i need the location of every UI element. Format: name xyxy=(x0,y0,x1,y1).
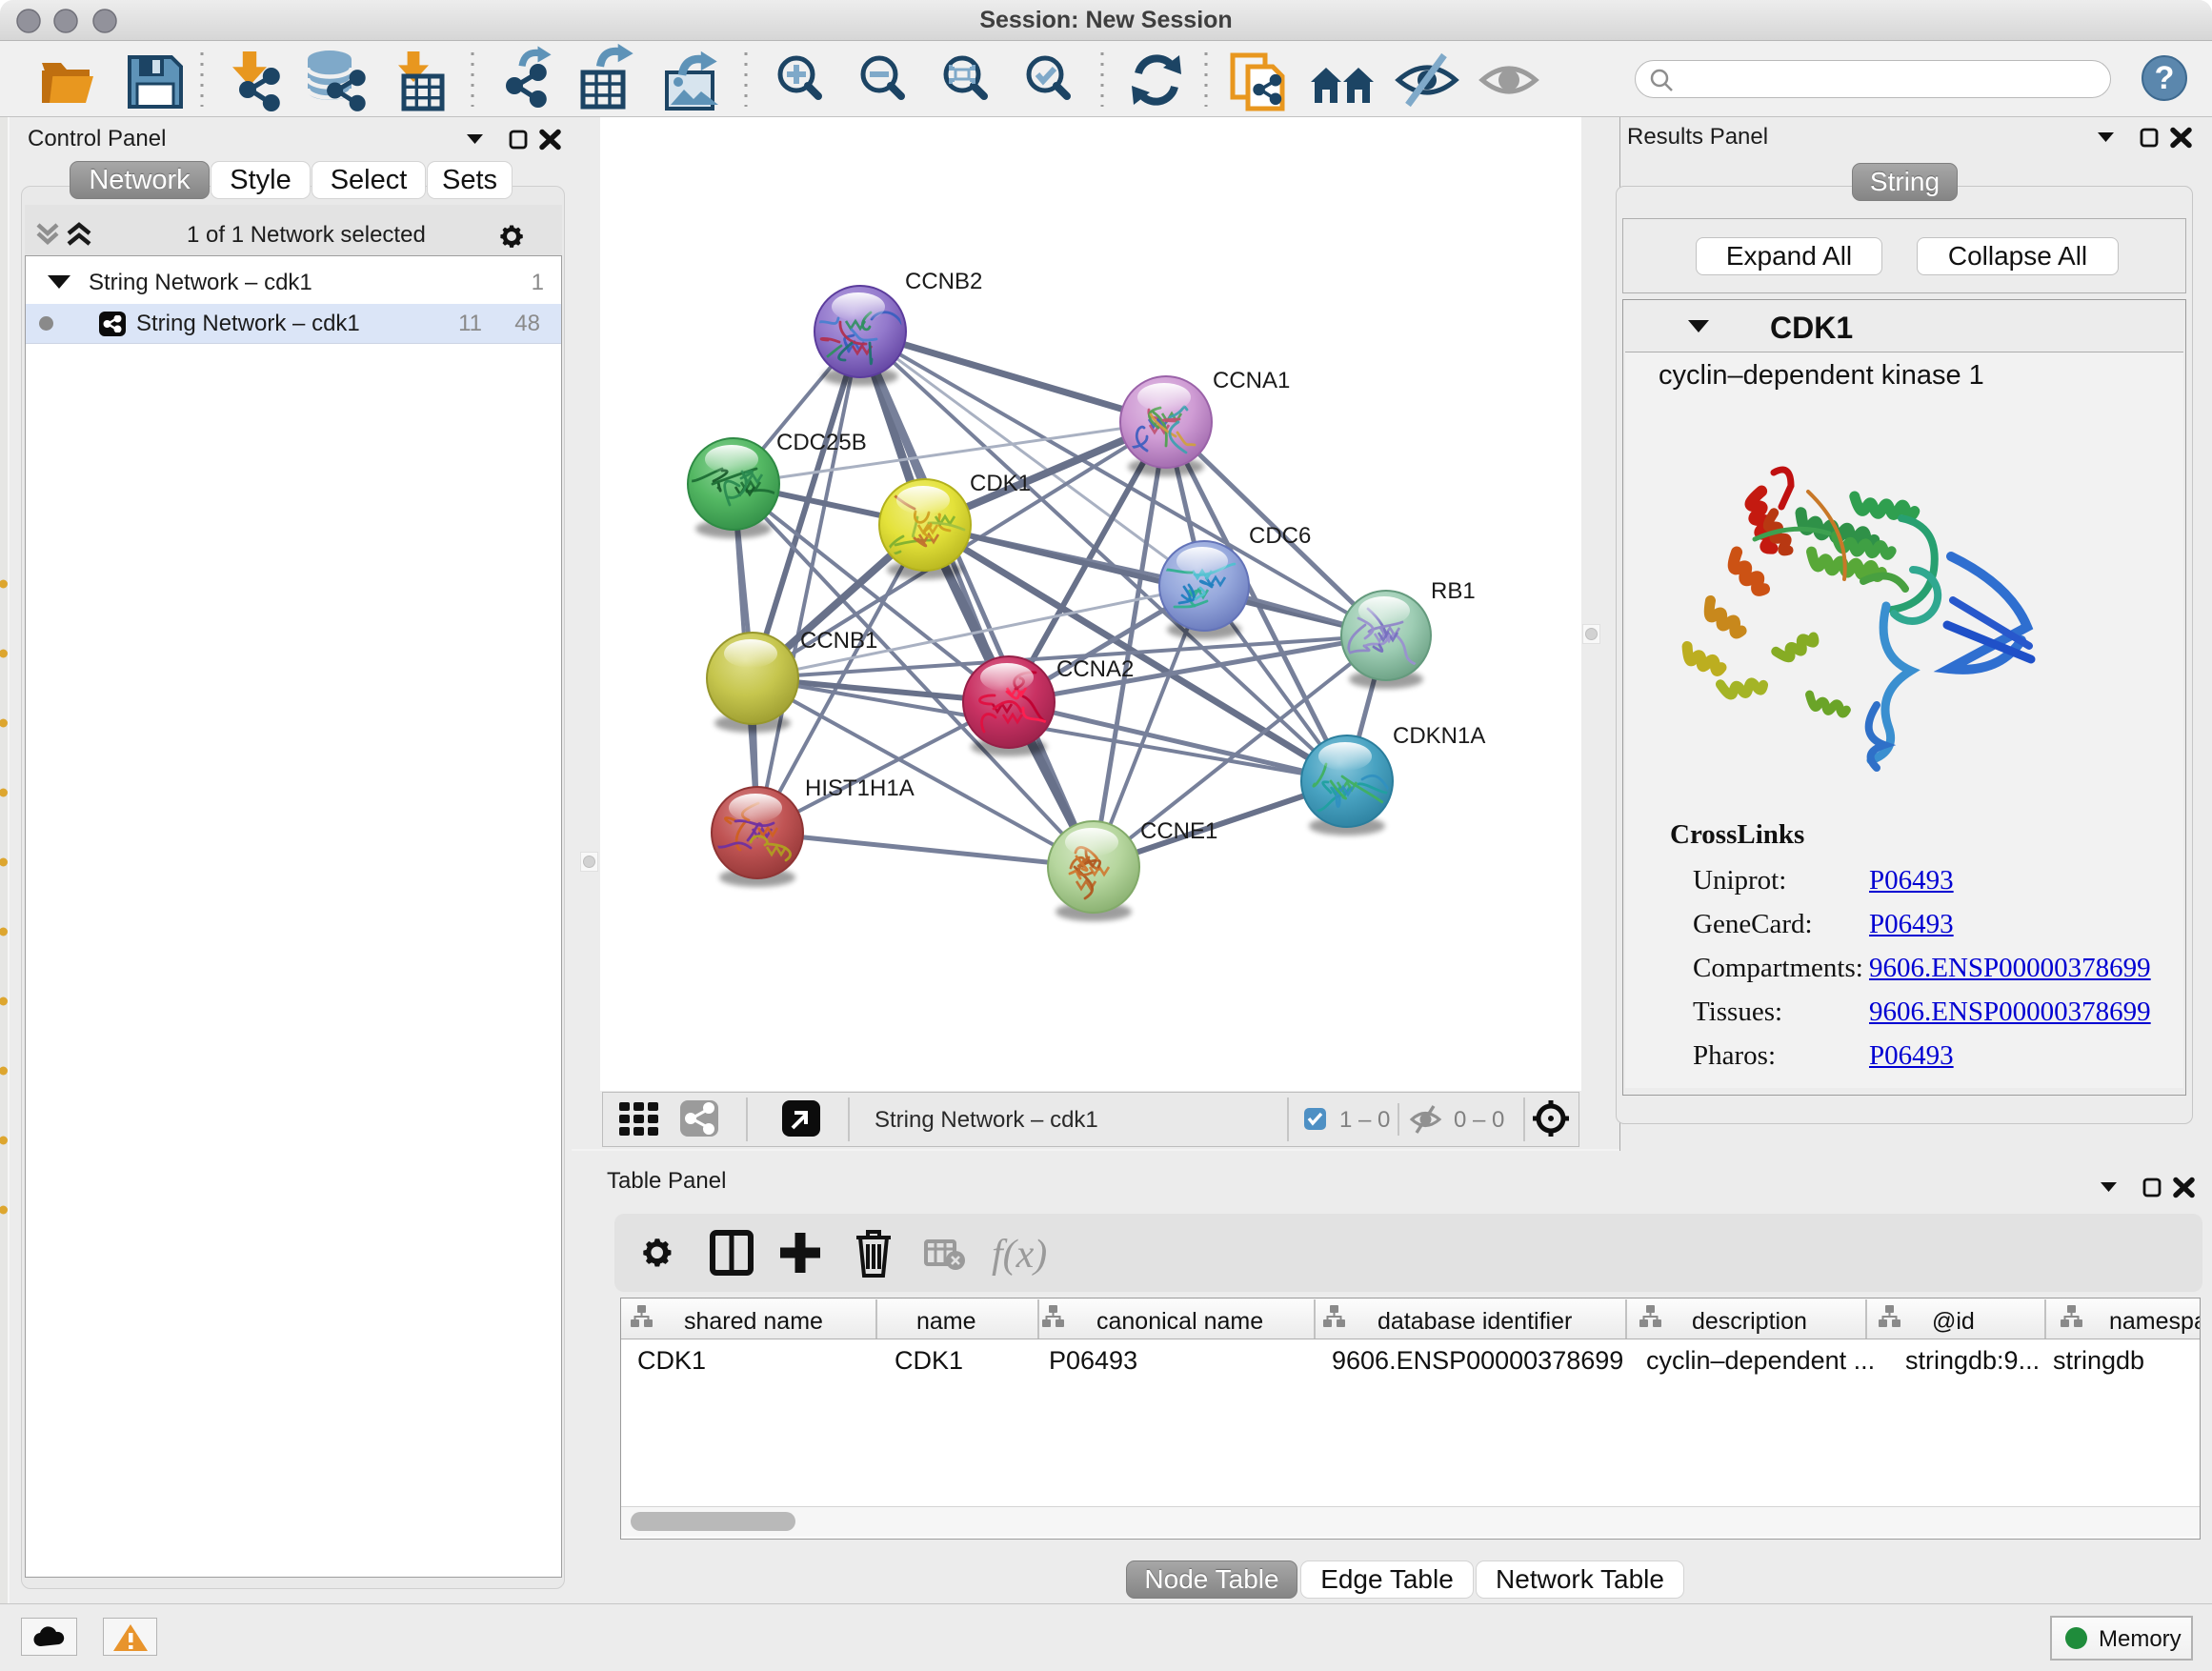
svg-text:CCNB2: CCNB2 xyxy=(905,269,982,294)
svg-text:f(x): f(x) xyxy=(992,1233,1047,1277)
svg-text:CDK1: CDK1 xyxy=(637,1346,706,1375)
svg-text:CCNB1: CCNB1 xyxy=(800,628,877,654)
svg-text:CDKN1A: CDKN1A xyxy=(1393,723,1485,749)
svg-text:9606.ENSP00000378699: 9606.ENSP00000378699 xyxy=(1332,1346,1623,1375)
svg-text:RB1: RB1 xyxy=(1431,578,1476,604)
svg-text:CCNE1: CCNE1 xyxy=(1140,818,1217,844)
svg-text:namespac: namespac xyxy=(2109,1308,2200,1335)
svg-text:name: name xyxy=(916,1308,976,1335)
svg-text:canonical name: canonical name xyxy=(1096,1308,1263,1335)
svg-text:stringdb: stringdb xyxy=(2053,1346,2144,1375)
svg-text:CDK1: CDK1 xyxy=(970,471,1031,496)
svg-text:1 – 0: 1 – 0 xyxy=(1339,1107,1390,1133)
svg-text:description: description xyxy=(1692,1308,1807,1335)
svg-text:@id: @id xyxy=(1932,1308,1975,1335)
svg-text:CDC25B: CDC25B xyxy=(776,430,867,455)
svg-text:shared name: shared name xyxy=(684,1308,823,1335)
svg-text:CDC6: CDC6 xyxy=(1249,523,1311,549)
svg-text:CDK1: CDK1 xyxy=(895,1346,963,1375)
svg-text:CCNA1: CCNA1 xyxy=(1213,368,1290,393)
svg-text:String Network – cdk1: String Network – cdk1 xyxy=(875,1107,1098,1133)
svg-text:database identifier: database identifier xyxy=(1377,1308,1572,1335)
svg-text:CCNA2: CCNA2 xyxy=(1056,656,1134,682)
svg-text:HIST1H1A: HIST1H1A xyxy=(805,775,915,801)
svg-text:0 – 0: 0 – 0 xyxy=(1454,1107,1504,1133)
svg-text:cyclin–dependent ...: cyclin–dependent ... xyxy=(1646,1346,1875,1375)
svg-text:stringdb:9...: stringdb:9... xyxy=(1905,1346,2040,1375)
svg-text:P06493: P06493 xyxy=(1049,1346,1137,1375)
